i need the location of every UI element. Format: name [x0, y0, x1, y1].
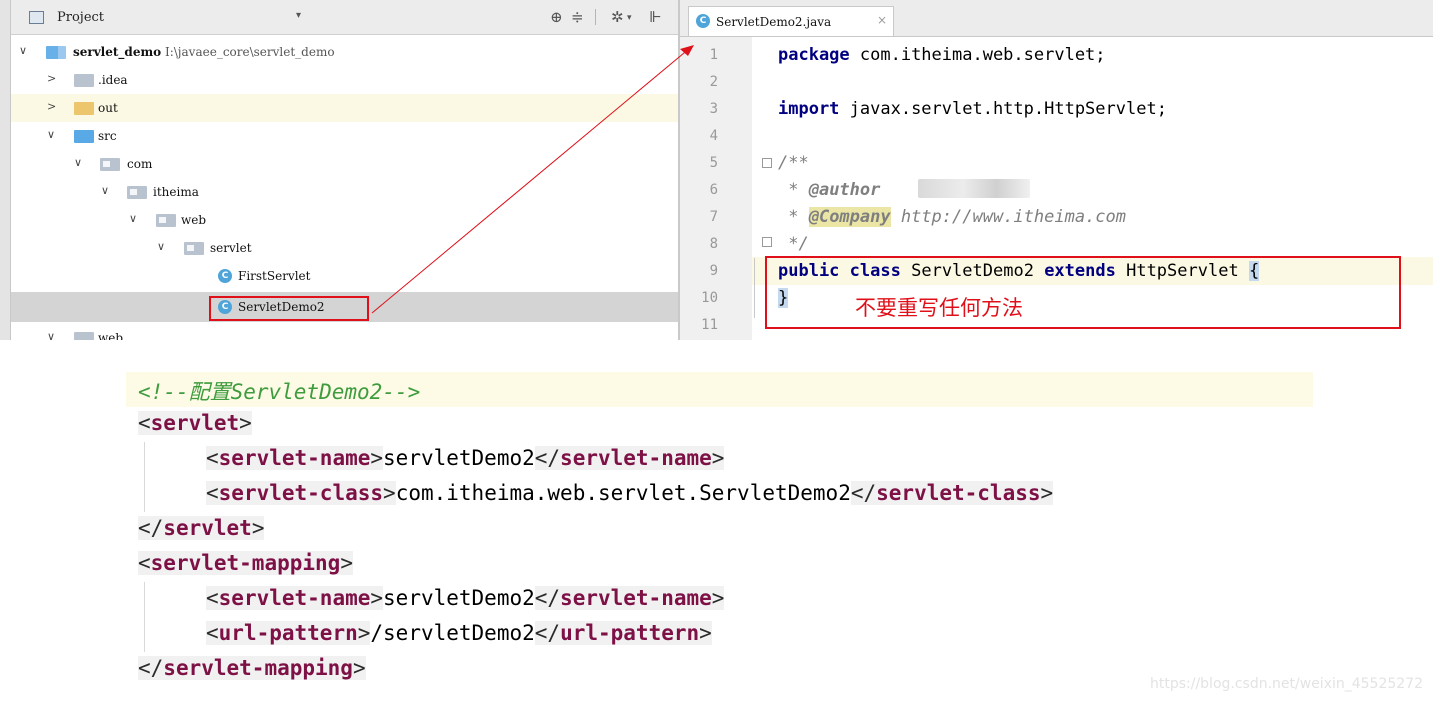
line-number: 8 [709, 236, 718, 252]
tree-label: FirstServlet [238, 269, 311, 283]
tree-row-src[interactable]: ∨ src [11, 122, 678, 150]
expand-arrow-icon[interactable]: ∨ [47, 128, 55, 141]
tree-row-servlet-demo[interactable]: ∨ servlet_demo I:\javaee_core\servlet_de… [11, 38, 678, 66]
watermark: https://blog.csdn.net/weixin_45525272 [1149, 676, 1423, 692]
redacted-author [918, 179, 1030, 198]
tree-row-firstservlet[interactable]: C FirstServlet [11, 262, 678, 290]
editor-tab-bar: C ServletDemo2.java × [680, 0, 1433, 37]
tree-label: web [181, 213, 207, 227]
folder-icon [74, 74, 94, 87]
project-title[interactable]: Project [57, 10, 104, 25]
tree-label: com [127, 157, 153, 171]
package-icon [184, 242, 204, 255]
fold-marker-icon[interactable] [762, 158, 772, 168]
line-number-gutter: 1 2 3 4 5 6 7 8 9 10 11 [680, 37, 752, 340]
package-icon [100, 158, 120, 171]
code-line-5[interactable]: /** [778, 153, 809, 173]
xml-url-pattern: <url-pattern>/servletDemo2</url-pattern> [206, 621, 712, 645]
source-folder-icon [74, 130, 94, 143]
gear-icon[interactable]: ✲ [611, 8, 624, 26]
class-icon: C [218, 269, 232, 283]
close-icon[interactable]: × [877, 13, 887, 27]
class-icon: C [696, 14, 710, 28]
line-number: 2 [709, 74, 718, 90]
line-number: 10 [701, 290, 718, 306]
tree-row-web-folder[interactable]: ∨ web [11, 324, 678, 340]
xml-servlet-class: <servlet-class>com.itheima.web.servlet.S… [206, 481, 1054, 505]
expand-arrow-icon[interactable]: ∨ [19, 44, 27, 57]
target-icon[interactable]: ⊕ [550, 8, 563, 26]
code-line-6[interactable]: * @author [778, 180, 880, 200]
tree-label: itheima [153, 185, 199, 199]
code-line-3[interactable]: import javax.servlet.http.HttpServlet; [778, 99, 1167, 119]
xml-servlet-name: <servlet-name>servletDemo2</servlet-name… [206, 446, 725, 470]
line-number: 7 [709, 209, 718, 225]
tree-label: out [98, 101, 118, 115]
tree-row-com[interactable]: ∨ com [11, 150, 678, 178]
tab-servletdemo2-java[interactable]: C ServletDemo2.java × [688, 6, 894, 36]
code-editor: C ServletDemo2.java × 1 2 3 4 5 6 7 8 9 … [680, 0, 1433, 340]
tab-label: ServletDemo2.java [716, 15, 832, 29]
indent-guide [144, 442, 145, 512]
project-view-icon[interactable] [29, 11, 44, 24]
collapse-icon[interactable]: ≑ [571, 8, 584, 26]
fold-marker-icon[interactable] [762, 237, 772, 247]
tree-row-servlet-package[interactable]: ∨ servlet [11, 234, 678, 262]
expand-arrow-icon[interactable]: > [47, 72, 56, 85]
tree-label: servlet_demo [73, 45, 162, 59]
xml-servlet-close: </servlet> [138, 516, 265, 540]
tree-row-itheima[interactable]: ∨ itheima [11, 178, 678, 206]
tree-label: servlet [210, 241, 252, 255]
line-number: 1 [709, 47, 718, 63]
project-panel: Project ▾ ⊕ ≑ ✲ ▾ ⊩ ∨ servlet_demo I:\ja… [11, 0, 678, 340]
tree-path: I:\javaee_core\servlet_demo [164, 45, 335, 59]
expand-arrow-icon[interactable]: ∨ [157, 240, 165, 253]
xml-mapping-name: <servlet-name>servletDemo2</servlet-name… [206, 586, 725, 610]
xml-servlet-open: <servlet> [138, 411, 252, 435]
line-number: 11 [701, 317, 718, 333]
line-number: 5 [709, 155, 718, 171]
tree-label: .idea [98, 73, 128, 87]
xml-comment: <!--配置ServletDemo2--> [138, 380, 421, 404]
line-number: 4 [709, 128, 718, 144]
tree-label: src [98, 129, 117, 143]
tree-row-idea[interactable]: > .idea [11, 66, 678, 94]
annotation-note: 不要重写任何方法 [855, 296, 1023, 320]
expand-arrow-icon[interactable]: ∨ [47, 330, 55, 340]
hide-icon[interactable]: ⊩ [649, 8, 662, 26]
folder-orange-icon [74, 102, 94, 115]
chevron-down-icon[interactable]: ▾ [296, 10, 301, 21]
line-number: 9 [709, 263, 718, 279]
code-line-8[interactable]: */ [778, 234, 808, 254]
line-number: 6 [709, 182, 718, 198]
expand-arrow-icon[interactable]: ∨ [74, 156, 82, 169]
module-folder-icon [46, 46, 66, 59]
ide-screenshot: Project ▾ ⊕ ≑ ✲ ▾ ⊩ ∨ servlet_demo I:\ja… [0, 0, 1433, 340]
code-line-7[interactable]: * @Company http://www.itheima.com [778, 207, 1126, 227]
package-icon [127, 186, 147, 199]
gear-dropdown-icon[interactable]: ▾ [627, 13, 632, 23]
tree-row-web-package[interactable]: ∨ web [11, 206, 678, 234]
tool-window-strip [0, 0, 11, 340]
package-icon [156, 214, 176, 227]
indent-guide [754, 258, 755, 318]
xml-mapping-open: <servlet-mapping> [138, 551, 353, 575]
project-header: Project ▾ ⊕ ≑ ✲ ▾ ⊩ [11, 0, 678, 35]
tree-row-out[interactable]: > out [11, 94, 678, 122]
line-number: 3 [709, 101, 718, 117]
indent-guide [144, 582, 145, 652]
expand-arrow-icon[interactable]: ∨ [129, 212, 137, 225]
xml-mapping-close: </servlet-mapping> [138, 656, 366, 680]
folder-icon [74, 332, 94, 340]
expand-arrow-icon[interactable]: > [47, 100, 56, 113]
code-line-1[interactable]: package com.itheima.web.servlet; [778, 45, 1106, 65]
expand-arrow-icon[interactable]: ∨ [101, 184, 109, 197]
highlight-box [209, 296, 369, 321]
xml-config-block: <!--配置ServletDemo2--> <servlet> <servlet… [126, 372, 1326, 692]
tree-label: web [98, 331, 124, 340]
toolbar-divider [595, 9, 596, 25]
